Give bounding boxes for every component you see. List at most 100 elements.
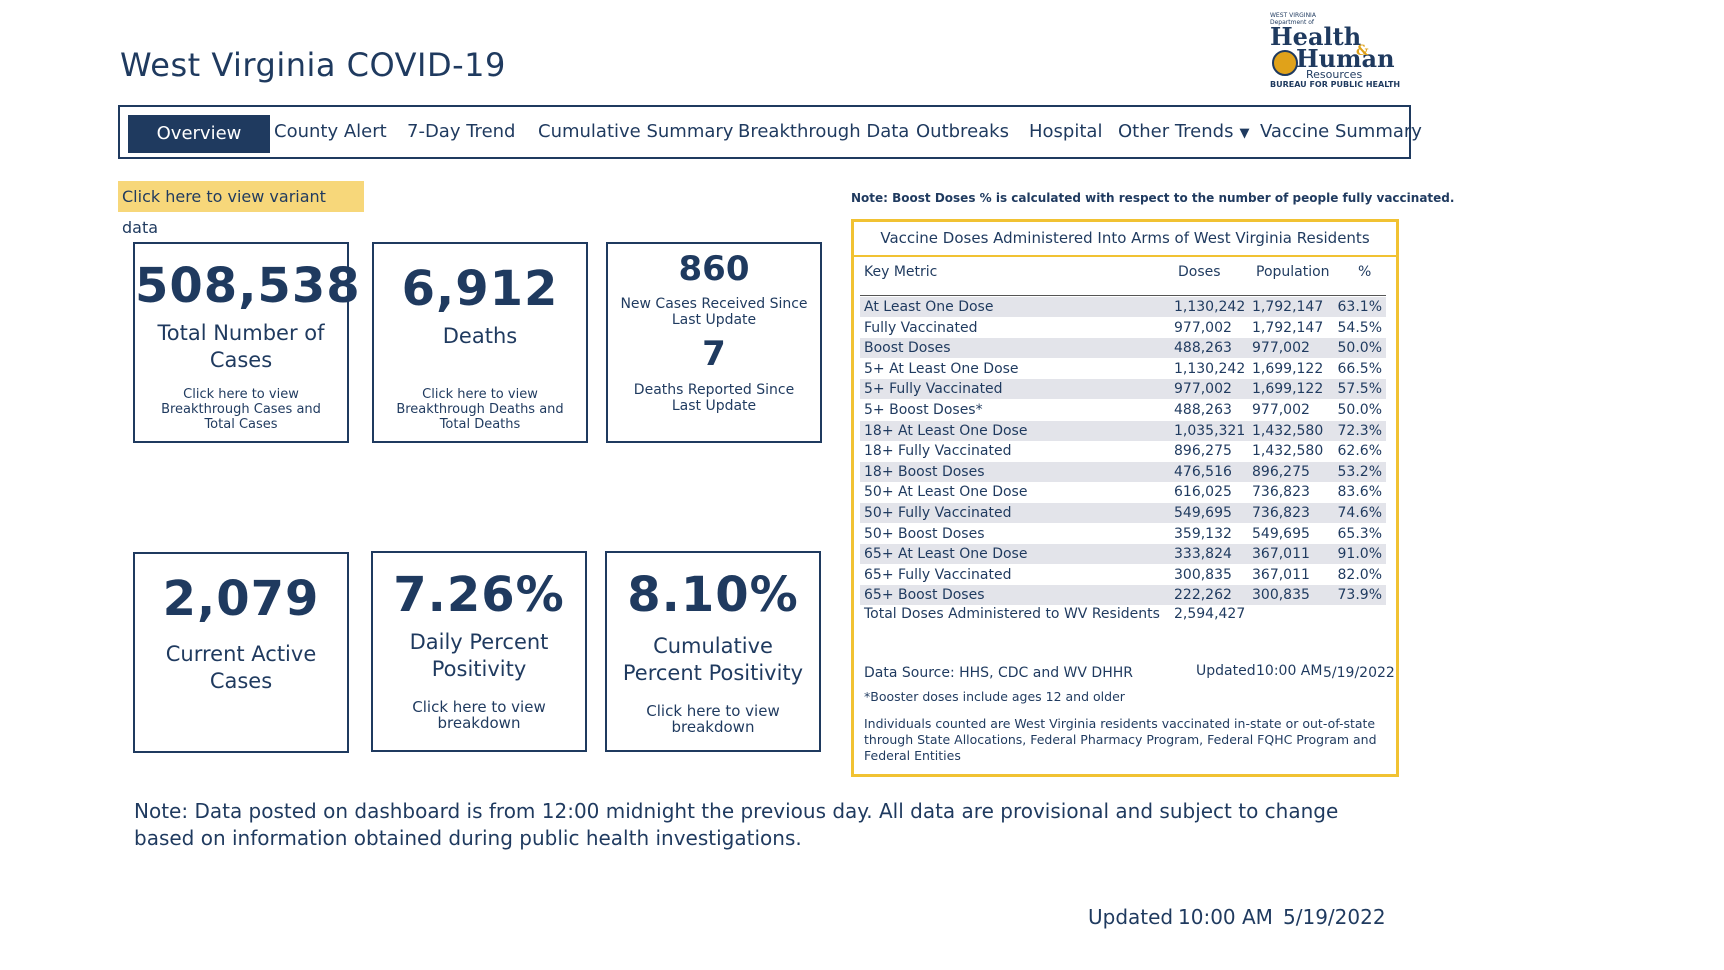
population-cell: 977,002 [1252,340,1310,357]
metric-cell: Fully Vaccinated [864,319,978,336]
new-deaths-label: Deaths Reported Since Last Update [633,382,795,414]
metric-cell: 65+ At Least One Dose [864,546,1028,563]
population-cell: 1,699,122 [1252,381,1324,398]
cumulative-positivity-label: Cumulative Percent Positivity [622,634,804,685]
daily-breakdown-link[interactable]: Click here to view breakdown [373,699,585,731]
total-doses-value: 2,594,427 [1174,606,1246,622]
doses-cell: 488,263 [1174,340,1232,357]
metric-cell: 5+ Fully Vaccinated [864,381,1003,398]
metric-cell: 50+ At Least One Dose [864,484,1028,501]
header-population: Population [1256,264,1330,280]
tab-7-day-trend[interactable]: 7-Day Trend [407,107,515,157]
chevron-down-icon: ▼ [1239,126,1250,141]
vaccine-panel: Vaccine Doses Administered Into Arms of … [851,219,1399,777]
provisional-data-note: Note: Data posted on dashboard is from 1… [134,799,1339,850]
header-divider [860,295,1386,296]
table-row: 65+ Boost Doses 222,262 300,835 73.9% [860,585,1386,606]
population-cell: 1,699,122 [1252,360,1324,377]
logo-amp: & [1356,43,1369,59]
total-cases-value: 508,538 [135,258,361,314]
population-cell: 736,823 [1252,484,1310,501]
percent-cell: 66.5% [1337,360,1382,377]
population-cell: 977,002 [1252,402,1310,418]
cumulative-positivity-card[interactable]: 8.10% Cumulative Percent Positivity Clic… [605,551,821,752]
tab-other-trends-label: Other Trends [1118,121,1234,142]
doses-cell: 977,002 [1174,381,1232,398]
population-cell: 367,011 [1252,566,1310,583]
metric-cell: 50+ Boost Doses [864,525,985,542]
dhhr-logo: WEST VIRGINIA Department of Health & Huma… [1270,12,1415,98]
metric-cell: At Least One Dose [864,299,994,315]
logo-human: Human [1296,44,1395,73]
daily-positivity-card[interactable]: 7.26% Daily Percent Positivity Click her… [371,551,587,752]
population-cell: 300,835 [1252,587,1310,604]
deaths-card[interactable]: 6,912 Deaths Click here to view Breakthr… [372,242,588,443]
booster-note: *Booster doses include ages 12 and older [864,689,1125,704]
metric-cell: 5+ At Least One Dose [864,360,1019,377]
doses-cell: 1,035,321 [1174,422,1246,439]
percent-cell: 82.0% [1337,566,1382,583]
percent-cell: 53.2% [1337,463,1382,480]
header-percent: % [1358,264,1372,280]
daily-positivity-label: Daily Percent Positivity [409,630,549,681]
tab-other-trends[interactable]: Other Trends ▼ [1118,107,1249,157]
doses-cell: 488,263 [1174,402,1232,418]
tab-outbreaks[interactable]: Outbreaks [916,107,1009,157]
daily-positivity-value: 7.26% [393,567,565,623]
metric-cell: 65+ Boost Doses [864,587,985,604]
tab-cumulative-summary[interactable]: Cumulative Summary [538,107,733,157]
page-title: West Virginia COVID-19 [120,46,506,84]
total-cases-card[interactable]: 508,538 Total Number of Cases Click here… [133,242,361,443]
tab-county-alert[interactable]: County Alert [274,107,387,157]
percent-cell: 83.6% [1337,484,1382,501]
population-cell: 896,275 [1252,463,1310,480]
breakthrough-deaths-link[interactable]: Click here to view Breakthrough Deaths a… [386,387,574,432]
logo-bureau: BUREAU FOR PUBLIC HEALTH [1270,80,1401,89]
logo-state: WEST VIRGINIA [1270,12,1316,19]
doses-cell: 359,132 [1174,525,1232,542]
doses-cell: 896,275 [1174,443,1232,460]
variant-data-link[interactable]: Click here to view variant data [118,181,364,237]
cumulative-breakdown-link[interactable]: Click here to view breakdown [607,703,819,735]
deaths-value: 6,912 [401,261,559,317]
table-row: 18+ Boost Doses 476,516 896,275 53.2% [860,461,1386,482]
table-row: 5+ Fully Vaccinated 977,002 1,699,122 57.5% [860,379,1386,400]
table-row: Boost Doses 488,263 977,002 50.0% [860,338,1386,359]
doses-cell: 977,002 [1174,319,1232,336]
table-row: 65+ Fully Vaccinated 300,835 367,011 82.0% [860,565,1386,585]
nav-bar: Overview County Alert 7-Day Trend Cumula… [118,105,1422,159]
table-row: At Least One Dose 1,130,242 1,792,147 63.1% [860,297,1386,317]
new-deaths-value: 7 [702,334,726,374]
percent-cell: 50.0% [1337,402,1382,418]
footer-updated-time: 10:00 AM [1178,905,1273,929]
tab-breakthrough-data[interactable]: Breakthrough Data [738,107,909,157]
header-key-metric: Key Metric [864,264,938,280]
metric-cell: 18+ Fully Vaccinated [864,443,1012,460]
doses-cell: 222,262 [1174,587,1232,604]
table-row: Fully Vaccinated 977,002 1,792,147 54.5% [860,318,1386,338]
active-cases-value: 2,079 [162,571,320,627]
footer-updated-date: 5/19/2022 [1283,905,1386,929]
table-row: 50+ Fully Vaccinated 549,695 736,823 74.6% [860,503,1386,523]
header-doses: Doses [1178,264,1221,280]
tab-overview[interactable]: Overview [128,115,270,153]
percent-cell: 73.9% [1337,587,1382,604]
deaths-label: Deaths [442,324,518,348]
percent-cell: 91.0% [1337,546,1382,563]
vaccine-updated-label: Updated [1196,663,1256,679]
doses-cell: 1,130,242 [1174,360,1246,377]
tab-vaccine-summary[interactable]: Vaccine Summary [1260,107,1422,157]
tab-hospital[interactable]: Hospital [1029,107,1102,157]
metric-cell: 65+ Fully Vaccinated [864,566,1012,583]
doses-cell: 300,835 [1174,566,1232,583]
population-cell: 1,432,580 [1252,443,1324,460]
percent-cell: 65.3% [1337,525,1382,542]
percent-cell: 57.5% [1337,381,1382,398]
boost-note: Note: Boost Doses % is calculated with r… [851,191,1455,205]
breakthrough-cases-link[interactable]: Click here to view Breakthrough Cases an… [147,387,335,432]
data-source: Data Source: HHS, CDC and WV DHHR [864,665,1133,681]
table-row: 50+ At Least One Dose 616,025 736,823 83.6% [860,482,1386,502]
percent-cell: 62.6% [1337,443,1382,460]
seal-icon [1272,50,1298,76]
total-doses-row: Total Doses Administered to WV Residents… [860,604,1386,624]
